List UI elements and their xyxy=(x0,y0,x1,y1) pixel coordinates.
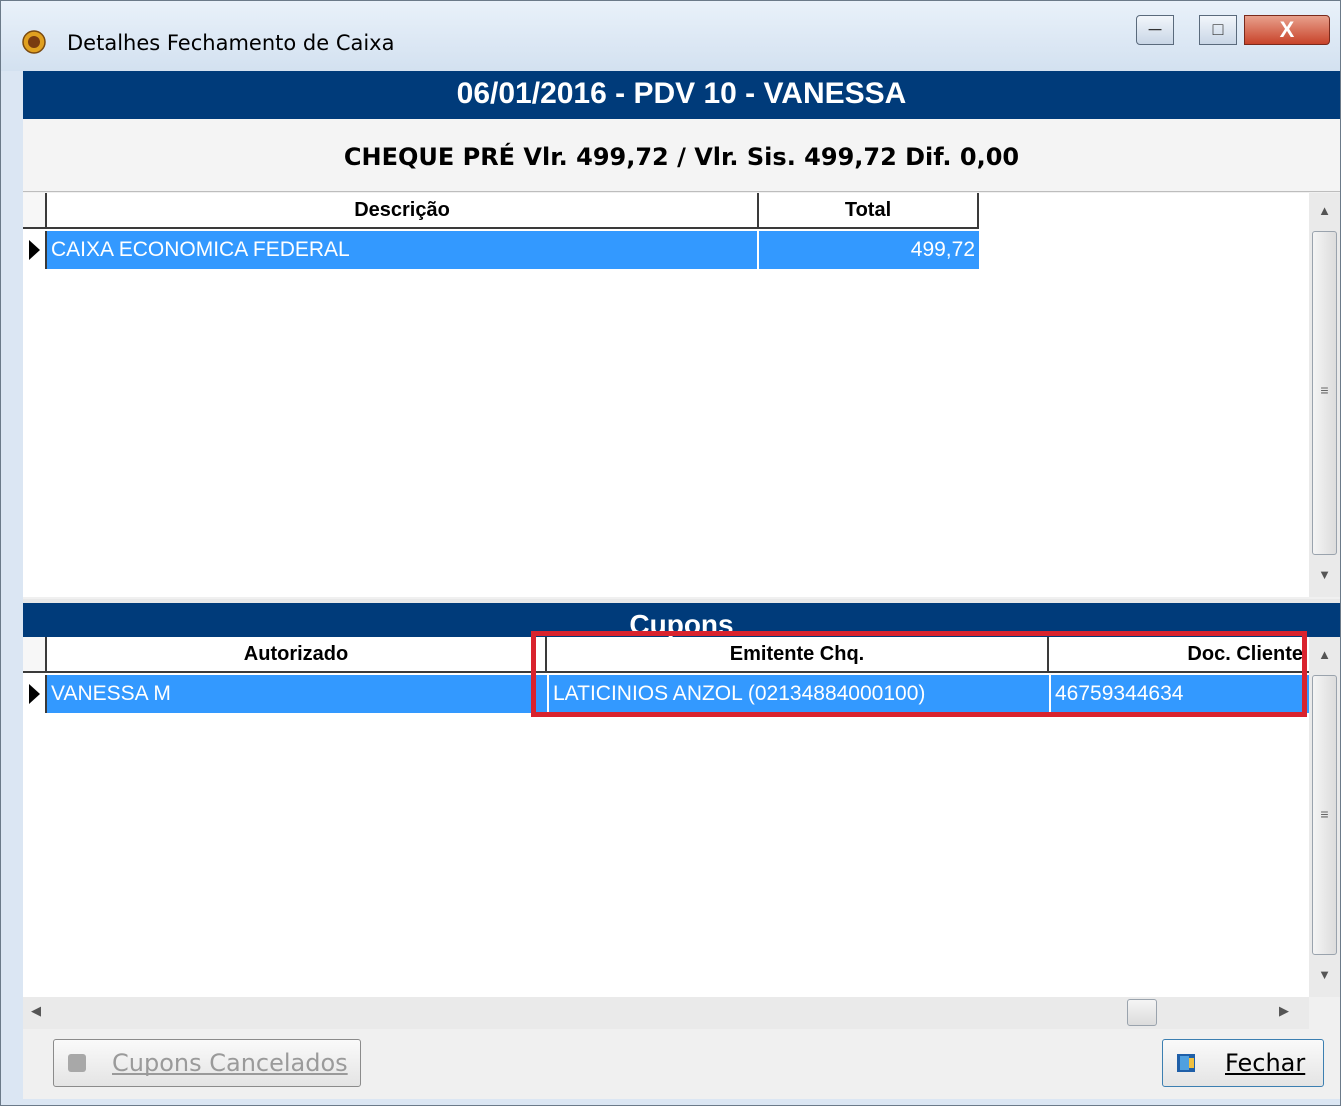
column-header-total[interactable]: Total xyxy=(759,193,979,229)
minimize-button[interactable]: ─ xyxy=(1136,15,1174,45)
cupons-grid-vertical-scrollbar[interactable]: ▲ ≡ ▼ xyxy=(1309,637,1340,997)
sunflower-app-icon xyxy=(22,30,46,54)
column-header-descricao[interactable]: Descrição xyxy=(47,193,759,229)
fechar-button[interactable]: Fechar xyxy=(1162,1039,1324,1087)
highlight-annotation-box xyxy=(531,631,1307,717)
cell-descricao[interactable]: CAIXA ECONOMICA FEDERAL xyxy=(47,231,759,269)
window: Detalhes Fechamento de Caixa ─ □ X 06/01… xyxy=(0,0,1341,1106)
grip-icon: ≡ xyxy=(1320,382,1329,398)
title-bar[interactable]: Detalhes Fechamento de Caixa ─ □ X xyxy=(1,1,1340,71)
grip-icon: ≡ xyxy=(1320,806,1329,822)
payment-grid-vertical-scrollbar[interactable]: ▲ ≡ ▼ xyxy=(1309,193,1340,597)
scroll-down-icon[interactable]: ▼ xyxy=(1309,567,1340,582)
maximize-button[interactable]: □ xyxy=(1199,15,1237,45)
scrollbar-thumb[interactable]: ≡ xyxy=(1312,675,1337,955)
cupons-grid-horizontal-scrollbar[interactable]: ◀ ▶ xyxy=(23,997,1309,1029)
scrollbar-thumb[interactable]: ≡ xyxy=(1312,231,1337,555)
cell-autorizado[interactable]: VANESSA M xyxy=(47,675,549,713)
client-area: 06/01/2016 - PDV 10 - VANESSA CHEQUE PRÉ… xyxy=(23,71,1340,1099)
grid-indicator-header xyxy=(23,637,47,673)
cell-total[interactable]: 499,72 xyxy=(759,231,979,269)
fechar-label: Fechar xyxy=(1225,1049,1306,1077)
scroll-left-icon[interactable]: ◀ xyxy=(31,1003,41,1019)
close-window-button[interactable]: X xyxy=(1244,15,1330,45)
grid-indicator-header xyxy=(23,193,47,229)
payment-grid[interactable]: Descrição Total CAIXA ECONOMICA FEDERAL … xyxy=(23,193,1309,597)
exit-door-icon xyxy=(1177,1054,1195,1072)
horizontal-scrollbar-thumb[interactable] xyxy=(1127,999,1157,1026)
current-row-arrow-icon xyxy=(29,684,40,704)
payment-summary: CHEQUE PRÉ Vlr. 499,72 / Vlr. Sis. 499,7… xyxy=(23,119,1340,192)
scroll-right-icon[interactable]: ▶ xyxy=(1279,1003,1289,1019)
window-title: Detalhes Fechamento de Caixa xyxy=(67,31,395,55)
scroll-up-icon[interactable]: ▲ xyxy=(1309,203,1340,218)
minimize-icon: ─ xyxy=(1148,19,1162,39)
close-icon: X xyxy=(1279,17,1295,42)
table-row[interactable]: CAIXA ECONOMICA FEDERAL 499,72 xyxy=(47,231,979,269)
cupons-cancelados-button[interactable]: Cupons Cancelados xyxy=(53,1039,361,1087)
scroll-up-icon[interactable]: ▲ xyxy=(1309,647,1340,662)
maximize-icon: □ xyxy=(1212,19,1224,39)
current-row-arrow-icon xyxy=(29,240,40,260)
cancelled-coupons-icon xyxy=(68,1054,86,1072)
column-header-autorizado[interactable]: Autorizado xyxy=(47,637,547,673)
session-banner: 06/01/2016 - PDV 10 - VANESSA xyxy=(23,71,1340,119)
row-indicator xyxy=(23,231,47,269)
scroll-down-icon[interactable]: ▼ xyxy=(1309,967,1340,982)
cupons-cancelados-label: Cupons Cancelados xyxy=(112,1049,348,1077)
row-indicator xyxy=(23,675,47,713)
